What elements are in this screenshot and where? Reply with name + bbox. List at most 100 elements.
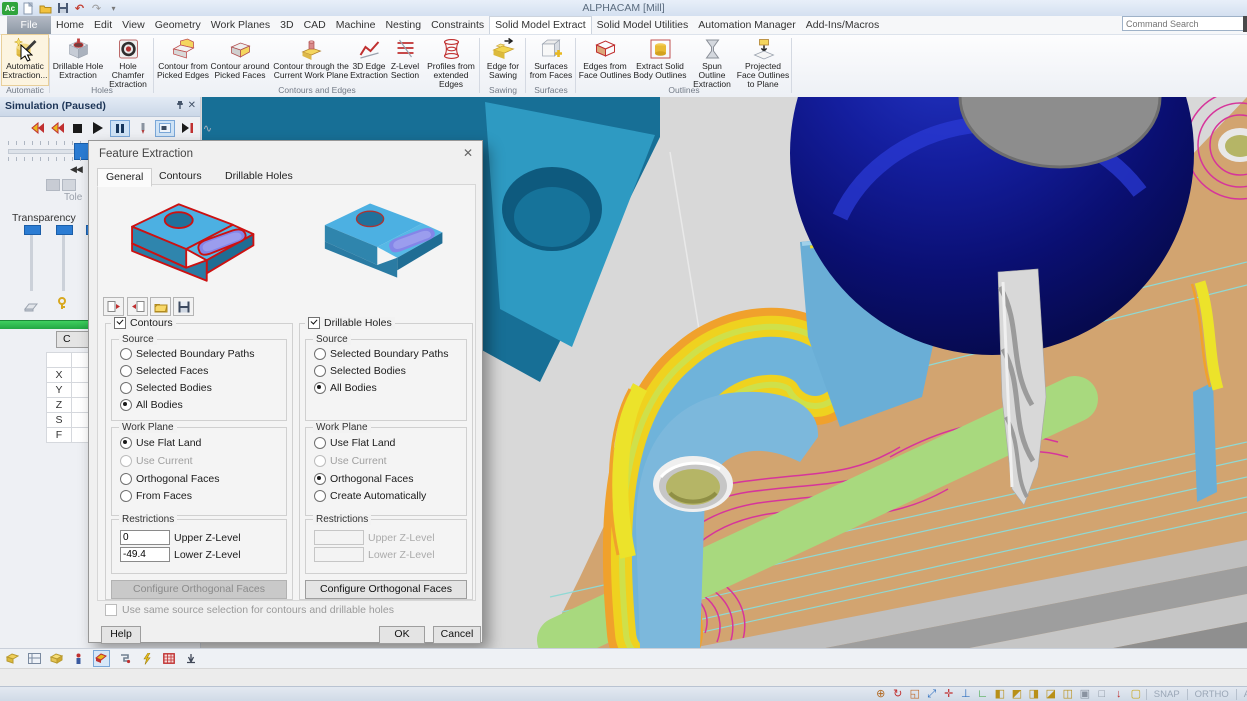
rotate-sphere-icon[interactable]: ⊕ bbox=[874, 688, 888, 701]
same-source-checkbox[interactable] bbox=[105, 604, 117, 616]
sheet-layout-icon[interactable] bbox=[27, 651, 42, 666]
tab-geometry[interactable]: Geometry bbox=[150, 16, 206, 34]
tab-edit[interactable]: Edit bbox=[89, 16, 117, 34]
drillable-holes-checkbox[interactable] bbox=[308, 317, 320, 329]
tab-machine[interactable]: Machine bbox=[331, 16, 381, 34]
iso-view-icon[interactable]: ◧ bbox=[993, 688, 1007, 701]
dialog-tab-general[interactable]: General bbox=[97, 168, 152, 187]
clamping-icon[interactable] bbox=[117, 651, 132, 666]
holes-wp-flat-land-radio[interactable] bbox=[314, 437, 326, 449]
simulation-options-icon[interactable]: ∿ bbox=[200, 121, 215, 136]
tool-display-icon[interactable] bbox=[135, 121, 150, 136]
insert-feature-set-button[interactable] bbox=[127, 297, 148, 316]
drillable-hole-extraction-button[interactable]: Drillable Hole Extraction bbox=[52, 35, 104, 85]
dynamic-zoom-icon[interactable]: ⤢ bbox=[925, 688, 939, 701]
holes-source-all-bodies-radio[interactable] bbox=[314, 382, 326, 394]
rotate-view-icon[interactable]: ↻ bbox=[891, 688, 905, 701]
holes-wp-create-auto-radio[interactable] bbox=[314, 490, 326, 502]
tab-view[interactable]: View bbox=[117, 16, 150, 34]
iso-view-icon[interactable]: ◫ bbox=[1061, 688, 1075, 701]
contours-upper-z-input[interactable] bbox=[120, 530, 170, 545]
view-cube-outline-icon[interactable]: □ bbox=[1095, 688, 1109, 701]
contours-wp-from-faces-radio[interactable] bbox=[120, 490, 132, 502]
pin-icon[interactable] bbox=[176, 100, 184, 113]
contours-source-bodies-radio[interactable] bbox=[120, 382, 132, 394]
contours-source-boundary-radio[interactable] bbox=[120, 348, 132, 360]
profiles-from-extended-edges-button[interactable]: Profiles from extended Edges bbox=[424, 35, 478, 85]
play-icon[interactable] bbox=[90, 121, 105, 136]
simulation-mode-icon[interactable] bbox=[93, 650, 110, 667]
view-cube-plain-icon[interactable]: ▣ bbox=[1078, 688, 1092, 701]
edges-from-face-outlines-button[interactable]: Edges from Face Outlines bbox=[578, 35, 632, 85]
contour-from-picked-edges-button[interactable]: Contour from Picked Edges bbox=[156, 35, 210, 85]
holes-configure-orthogonal-button[interactable]: Configure Orthogonal Faces bbox=[305, 580, 467, 599]
holes-source-boundary-radio[interactable] bbox=[314, 348, 326, 360]
flat-plane-icon[interactable]: ▢ bbox=[1129, 688, 1143, 701]
tab-work-planes[interactable]: Work Planes bbox=[206, 16, 275, 34]
auto-toggle[interactable]: AU bbox=[1240, 689, 1247, 700]
tab-solid-model-extract[interactable]: Solid Model Extract bbox=[489, 16, 591, 34]
stop-icon[interactable] bbox=[70, 121, 85, 136]
contour-around-picked-faces-button[interactable]: Contour around Picked Faces bbox=[210, 35, 270, 85]
tab-automation-manager[interactable]: Automation Manager bbox=[693, 16, 800, 34]
fast-rewind-icon[interactable] bbox=[50, 121, 65, 136]
geometries-icon[interactable] bbox=[5, 651, 20, 666]
work-plane-axes-icon[interactable]: ⊥ bbox=[959, 688, 973, 701]
projected-face-outlines-button[interactable]: Projected Face Outlines to Plane bbox=[736, 35, 790, 85]
contours-wp-flat-land-radio[interactable] bbox=[120, 437, 132, 449]
eraser-icon[interactable] bbox=[24, 299, 38, 317]
zoom-window-icon[interactable]: ◱ bbox=[908, 688, 922, 701]
add-feature-set-button[interactable] bbox=[103, 297, 124, 316]
holes-wp-orthogonal-radio[interactable] bbox=[314, 473, 326, 485]
contours-checkbox[interactable] bbox=[114, 317, 126, 329]
tab-cad[interactable]: CAD bbox=[299, 16, 331, 34]
nc-code-icon[interactable] bbox=[161, 651, 176, 666]
iso-view-icon[interactable]: ◨ bbox=[1027, 688, 1041, 701]
ortho-toggle[interactable]: ORTHO bbox=[1191, 689, 1233, 700]
tab-3d[interactable]: 3D bbox=[275, 16, 298, 34]
rapid-moves-icon[interactable] bbox=[139, 651, 154, 666]
snap-toggle[interactable]: SNAP bbox=[1150, 689, 1184, 700]
axes-icon[interactable]: ✛ bbox=[942, 688, 956, 701]
cancel-button[interactable]: Cancel bbox=[433, 626, 481, 644]
dialog-tab-contours[interactable]: Contours bbox=[151, 168, 210, 185]
help-button[interactable]: Help bbox=[101, 626, 141, 644]
z-axis-icon[interactable]: ∟ bbox=[976, 688, 990, 701]
tab-home[interactable]: Home bbox=[51, 16, 89, 34]
open-feature-settings-button[interactable] bbox=[150, 297, 171, 316]
tooling-icon[interactable] bbox=[71, 651, 86, 666]
contours-source-faces-radio[interactable] bbox=[120, 365, 132, 377]
command-search-input[interactable] bbox=[1122, 16, 1247, 31]
spun-outline-extraction-button[interactable]: Spun Outline Extraction bbox=[688, 35, 736, 85]
ok-button[interactable]: OK bbox=[379, 626, 425, 644]
z-level-section-button[interactable]: Z-Level Section bbox=[386, 35, 424, 85]
key-icon[interactable] bbox=[56, 297, 68, 315]
contours-lower-z-input[interactable] bbox=[120, 547, 170, 562]
surfaces-from-faces-button[interactable]: Surfaces from Faces bbox=[528, 35, 574, 85]
tab-file[interactable]: File bbox=[7, 16, 51, 34]
dialog-tab-drillable-holes[interactable]: Drillable Holes bbox=[217, 168, 301, 185]
iso-view-icon[interactable]: ◪ bbox=[1044, 688, 1058, 701]
probe-icon[interactable] bbox=[183, 651, 198, 666]
toolpath-display-icon[interactable] bbox=[155, 120, 175, 137]
pause-icon[interactable] bbox=[110, 120, 130, 137]
contour-through-work-plane-button[interactable]: Contour through the Current Work Plane bbox=[270, 35, 352, 85]
edge-for-sawing-button[interactable]: Edge for Sawing bbox=[482, 35, 524, 85]
3d-edge-extraction-button[interactable]: 3D Edge Extraction bbox=[352, 35, 386, 85]
step-forward-icon[interactable] bbox=[180, 121, 195, 136]
tab-nesting[interactable]: Nesting bbox=[380, 16, 426, 34]
collapse-arrows-icon[interactable]: ◀◀ bbox=[70, 164, 82, 175]
dialog-close-icon[interactable]: ✕ bbox=[463, 146, 473, 160]
hole-chamfer-extraction-button[interactable]: Hole Chamfer Extraction bbox=[104, 35, 152, 85]
holes-source-bodies-radio[interactable] bbox=[314, 365, 326, 377]
iso-view-icon[interactable]: ◩ bbox=[1010, 688, 1024, 701]
tab-add-ins-macros[interactable]: Add-Ins/Macros bbox=[801, 16, 885, 34]
solids-icon[interactable] bbox=[49, 651, 64, 666]
z-down-icon[interactable]: ↓ bbox=[1112, 688, 1126, 701]
extract-solid-body-outlines-button[interactable]: Extract Solid Body Outlines bbox=[632, 35, 688, 85]
save-feature-settings-button[interactable] bbox=[173, 297, 194, 316]
go-to-start-icon[interactable] bbox=[30, 121, 45, 136]
simulation-panel-header[interactable]: Simulation (Paused) ✕ bbox=[0, 97, 200, 117]
tab-constraints[interactable]: Constraints bbox=[426, 16, 489, 34]
contours-wp-orthogonal-radio[interactable] bbox=[120, 473, 132, 485]
